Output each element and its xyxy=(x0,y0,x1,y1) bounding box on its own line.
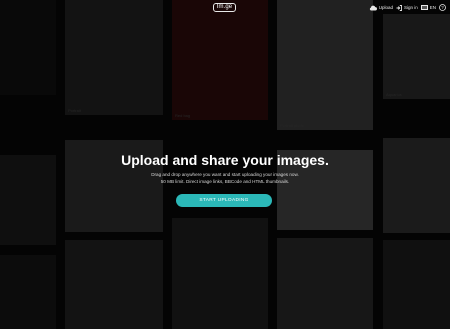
hero-description: Drag and drop anywhere you want and star… xyxy=(0,172,450,185)
svg-text:?: ? xyxy=(441,5,444,10)
hero-title: Upload and share your images. xyxy=(121,152,329,168)
sign-in-icon xyxy=(396,4,402,11)
top-nav: Upload Sign in EN ? xyxy=(369,3,446,12)
cloud-upload-icon xyxy=(369,5,377,10)
site-logo[interactable]: Im.ge xyxy=(213,3,236,12)
start-uploading-button[interactable]: START UPLOADING xyxy=(176,194,272,207)
hero-section: Upload and share your images. Drag and d… xyxy=(0,152,450,185)
language-label: EN xyxy=(429,5,436,10)
hero-line-2: 50 MB limit. Direct image links, BBCode … xyxy=(160,178,290,184)
help-icon[interactable]: ? xyxy=(439,4,446,11)
upload-link[interactable]: Upload xyxy=(369,5,393,11)
language-flag-icon xyxy=(420,5,428,10)
signin-label: Sign in xyxy=(403,5,418,10)
signin-link[interactable]: Sign in xyxy=(396,4,418,11)
upload-label: Upload xyxy=(378,5,393,10)
top-bar: Im.ge Upload Sign in EN ? xyxy=(0,0,450,16)
language-selector[interactable]: EN xyxy=(420,5,436,10)
